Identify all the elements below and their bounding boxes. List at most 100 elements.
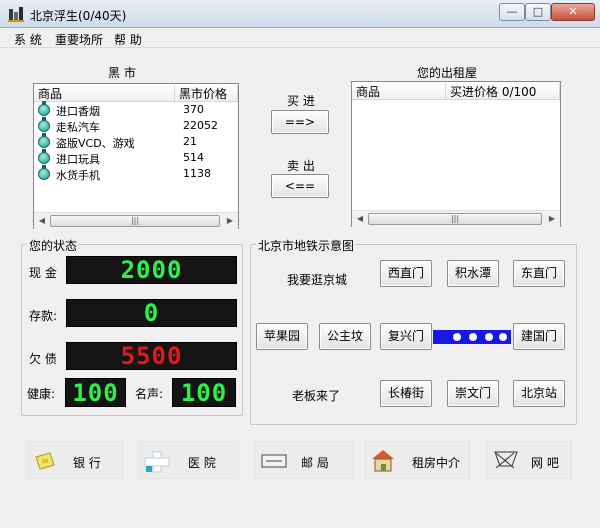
rental-agency-button[interactable]: 租房中介 <box>365 441 470 479</box>
menu-important-places[interactable]: 重要场所 <box>55 31 103 48</box>
fame-label: 名声: <box>135 387 164 401</box>
station-jishuitan[interactable]: 积水潭 <box>447 260 499 287</box>
close-button[interactable]: ✕ <box>551 3 595 21</box>
buy-button[interactable]: ==> <box>271 110 329 134</box>
column-goods[interactable]: 商品 <box>352 83 446 99</box>
deposit-label: 存款: <box>29 309 58 323</box>
maximize-icon: □ <box>532 5 544 18</box>
item-name: 走私汽车 <box>56 121 100 134</box>
column-goods[interactable]: 商品 <box>34 85 175 101</box>
item-name: 盗版VCD、游戏 <box>56 137 135 150</box>
fame-display: 100 <box>172 378 236 407</box>
station-label: 长椿街 <box>387 386 424 400</box>
menu-help[interactable]: 帮 助 <box>114 31 142 48</box>
deposit-value: 0 <box>143 299 160 327</box>
rental-title: 您的出租屋 <box>415 64 480 81</box>
train-dot <box>499 333 507 341</box>
deposit-display: 0 <box>66 299 237 327</box>
list-item[interactable]: 盗版VCD、游戏 21 <box>36 133 236 150</box>
boss-text: 老板来了 <box>292 389 341 403</box>
station-pingguoyuan[interactable]: 苹果园 <box>256 323 308 350</box>
goods-icon <box>38 165 50 180</box>
goods-icon <box>38 149 50 164</box>
sell-label: 卖 出 <box>287 159 315 173</box>
menu-system[interactable]: 系 统 <box>14 31 42 48</box>
black-market-title: 黑 市 <box>106 64 138 81</box>
maximize-button[interactable]: □ <box>525 3 551 21</box>
bank-button[interactable]: 银 行 <box>27 441 123 479</box>
item-name: 水货手机 <box>56 169 100 182</box>
scroll-right-icon[interactable]: ▶ <box>545 212 559 226</box>
station-label: 北京站 <box>520 386 557 400</box>
scroll-thumb[interactable]: ||| <box>368 213 542 225</box>
bank-label: 银 行 <box>73 456 101 470</box>
station-label: 东直门 <box>520 266 557 280</box>
station-label: 苹果园 <box>263 329 300 343</box>
black-market-header: 商品 黑市价格 <box>34 84 238 102</box>
station-fuxingmen[interactable]: 复兴门 <box>380 323 432 350</box>
goods-icon <box>38 117 50 132</box>
station-label: 西直门 <box>387 266 424 280</box>
list-item[interactable]: 进口香烟 370 <box>36 101 236 118</box>
station-label: 复兴门 <box>387 329 424 343</box>
envelope-icon <box>261 454 287 468</box>
goods-icon <box>38 133 50 148</box>
sell-button-label: <== <box>284 179 316 193</box>
station-gongzhufen[interactable]: 公主坟 <box>319 323 371 350</box>
post-office-label: 邮 局 <box>301 456 329 470</box>
scroll-thumb[interactable]: ||| <box>50 215 220 227</box>
train-dot <box>485 333 493 341</box>
cash-value: 2000 <box>120 256 183 284</box>
subway-title: 北京市地铁示意图 <box>256 237 357 254</box>
item-price: 514 <box>183 151 204 164</box>
list-item[interactable]: 进口玩具 514 <box>36 149 236 166</box>
wander-text: 我要逛京城 <box>287 273 348 287</box>
hospital-label: 医 院 <box>188 456 216 470</box>
station-xizhimen[interactable]: 西直门 <box>380 260 432 287</box>
close-icon: ✕ <box>568 5 578 18</box>
scroll-left-icon[interactable]: ◀ <box>35 214 49 228</box>
horizontal-scrollbar[interactable]: ◀ ||| ▶ <box>34 212 238 229</box>
buy-label: 买 进 <box>287 94 315 108</box>
minimize-icon: — <box>506 5 518 18</box>
health-label: 健康: <box>27 387 56 401</box>
station-dongzhimen[interactable]: 东直门 <box>513 260 565 287</box>
debt-value: 5500 <box>120 342 183 370</box>
buy-button-label: ==> <box>284 115 316 129</box>
scroll-right-icon[interactable]: ▶ <box>223 214 237 228</box>
horizontal-scrollbar[interactable]: ◀ ||| ▶ <box>352 210 560 227</box>
list-item[interactable]: 水货手机 1138 <box>36 165 236 182</box>
house-icon <box>372 450 394 472</box>
station-beijingzhan[interactable]: 北京站 <box>513 380 565 407</box>
list-item[interactable]: 走私汽车 22052 <box>36 117 236 134</box>
app-icon <box>8 6 24 22</box>
station-label: 崇文门 <box>454 386 491 400</box>
station-jianguomen[interactable]: 建国门 <box>513 323 565 350</box>
black-market-list[interactable]: 商品 黑市价格 进口香烟 370 走私汽车 22052 盗版VCD、游戏 21 … <box>33 83 239 229</box>
station-chongwenmen[interactable]: 崇文门 <box>447 380 499 407</box>
health-value: 100 <box>72 378 119 407</box>
item-price: 370 <box>183 103 204 116</box>
debt-label: 欠 债 <box>29 352 57 366</box>
sell-button[interactable]: <== <box>271 174 329 198</box>
item-price: 22052 <box>183 119 218 132</box>
station-label: 建国门 <box>520 329 557 343</box>
window-title: 北京浮生(0/40天) <box>30 9 127 23</box>
rental-list[interactable]: 商品 买进价格 0/100 ◀ ||| ▶ <box>351 81 561 227</box>
column-black-price[interactable]: 黑市价格 <box>175 85 238 101</box>
goods-icon <box>38 101 50 116</box>
column-buy-price[interactable]: 买进价格 0/100 <box>446 83 560 99</box>
item-name: 进口香烟 <box>56 105 100 118</box>
fame-value: 100 <box>180 378 228 407</box>
netcafe-icon <box>494 451 518 469</box>
netcafe-label: 网 吧 <box>531 456 559 470</box>
station-changchunjie[interactable]: 长椿街 <box>380 380 432 407</box>
train-dot <box>469 333 477 341</box>
post-office-button[interactable]: 邮 局 <box>254 441 354 479</box>
scroll-left-icon[interactable]: ◀ <box>353 212 367 226</box>
rental-agency-label: 租房中介 <box>412 456 461 470</box>
netcafe-button[interactable]: 网 吧 <box>486 441 572 479</box>
train-dot <box>453 333 461 341</box>
minimize-button[interactable]: — <box>499 3 525 21</box>
hospital-button[interactable]: 医 院 <box>139 441 239 479</box>
